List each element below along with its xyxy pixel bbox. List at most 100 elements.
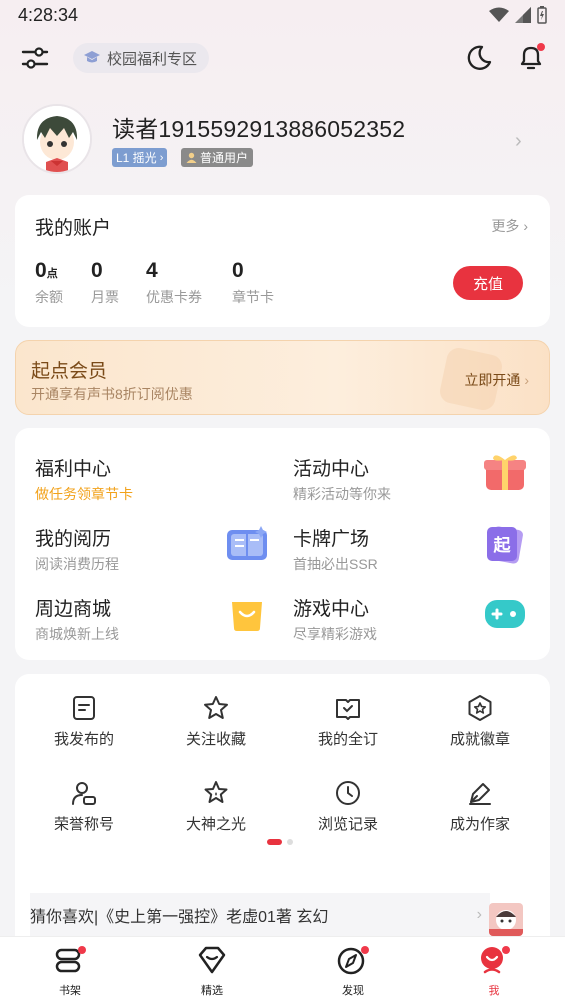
- chevron-right-icon: ›: [524, 372, 529, 388]
- stat-monthly-ticket[interactable]: 0 月票: [91, 259, 119, 307]
- signal-icon: [515, 7, 531, 23]
- shopping-bag-icon: [232, 602, 262, 631]
- bookshelf-icon: [55, 946, 86, 973]
- stat-label: 优惠卡券: [146, 289, 202, 305]
- svg-text:起: 起: [493, 535, 512, 556]
- guess-text: 猜你喜欢|《史上第一强控》老虚01著 玄幻: [30, 909, 329, 926]
- username: 读者1915592913886052352: [112, 116, 406, 142]
- bottom-nav: 书架 精选 发现 我: [0, 936, 565, 1004]
- tool-label: 成为作家: [449, 816, 510, 833]
- notification-bell-icon[interactable]: [516, 42, 546, 72]
- page-dot-active: [267, 839, 282, 845]
- chevron-right-icon: ›: [476, 906, 482, 923]
- document-icon: [73, 696, 95, 720]
- nav-featured[interactable]: 精选: [172, 945, 252, 998]
- my-full-subscriptions-button[interactable]: 我的全订: [283, 694, 413, 749]
- vip-subtitle: 开通享有声书8折订阅优惠: [31, 386, 193, 402]
- nav-bookshelf[interactable]: 书架: [30, 945, 110, 998]
- notification-dot: [537, 43, 545, 51]
- battery-icon: [537, 6, 547, 24]
- diamond-icon: [198, 946, 226, 974]
- nav-discover[interactable]: 发现: [313, 945, 393, 998]
- nav-me[interactable]: 我: [454, 945, 534, 998]
- graduation-cap-icon: [84, 51, 100, 63]
- nav-label: 书架: [59, 985, 81, 997]
- stat-balance[interactable]: 0点 余额: [35, 259, 63, 307]
- chevron-right-icon: ›: [523, 218, 528, 234]
- status-icons: [489, 6, 547, 24]
- nav-label: 我: [488, 985, 500, 997]
- wifi-icon: [489, 7, 509, 22]
- night-mode-icon[interactable]: [465, 44, 493, 72]
- gift-box-icon: [484, 455, 526, 490]
- stat-value: 0: [91, 259, 103, 282]
- stat-value: 0: [35, 259, 47, 282]
- user-type-label: 普通用户: [200, 151, 249, 165]
- pen-icon: [469, 783, 491, 805]
- level-badge-label: L1 摇光: [116, 151, 157, 165]
- book-history-icon: [227, 526, 267, 560]
- my-posts-button[interactable]: 我发布的: [19, 694, 149, 749]
- settings-sliders-icon[interactable]: [20, 44, 50, 72]
- account-more-link[interactable]: 更多 ›: [491, 216, 528, 236]
- tools-card: 我发布的 关注收藏 我的全订 成就徽章 荣誉称号 大神之光 浏览记录 成为作家 …: [15, 674, 550, 937]
- stat-value: 4: [146, 259, 158, 282]
- stat-coupons[interactable]: 4 优惠卡券: [146, 259, 202, 307]
- guess-you-like-banner[interactable]: 猜你喜欢|《史上第一强控》老虚01著 玄幻 ›: [30, 893, 490, 937]
- vip-open-button[interactable]: 立即开通 ›: [464, 370, 529, 390]
- tool-label: 关注收藏: [185, 731, 246, 748]
- book-check-icon: [336, 699, 360, 720]
- nav-label: 精选: [201, 985, 223, 997]
- nav-label: 发现: [342, 985, 364, 997]
- service-title: 福利中心: [35, 459, 112, 480]
- stat-label: 月票: [91, 289, 119, 305]
- chevron-right-icon: ›: [159, 151, 164, 164]
- stat-label: 余额: [35, 289, 63, 305]
- me-icon: [481, 946, 510, 974]
- achievement-badges-button[interactable]: 成就徽章: [415, 694, 545, 749]
- status-time: 4:28:34: [18, 5, 79, 25]
- profile-chevron-icon[interactable]: ›: [515, 130, 522, 153]
- tool-label: 大神之光: [185, 816, 246, 833]
- sparkle-star-icon: [204, 781, 228, 803]
- level-badge[interactable]: L1 摇光 ›: [112, 148, 168, 167]
- services-card: 福利中心 做任务领章节卡 活动中心 精彩活动等你来 我的阅历 阅读消费历程 卡牌…: [15, 428, 550, 660]
- stat-value: 0: [232, 259, 244, 282]
- account-title: 我的账户: [35, 218, 112, 239]
- campus-label: 校园福利专区: [107, 50, 198, 68]
- compass-icon: [337, 946, 369, 975]
- avatar[interactable]: [22, 104, 92, 174]
- vip-title: 起点会员: [31, 361, 108, 382]
- tool-label: 浏览记录: [317, 816, 378, 833]
- tool-label: 我发布的: [53, 731, 114, 748]
- browse-history-button[interactable]: 浏览记录: [283, 779, 413, 834]
- honor-titles-button[interactable]: 荣誉称号: [19, 779, 149, 834]
- become-writer-button[interactable]: 成为作家: [415, 779, 545, 834]
- card-icon: 起: [487, 526, 523, 564]
- tool-label: 荣誉称号: [53, 816, 114, 833]
- star-icon: [204, 696, 228, 719]
- stat-label: 章节卡: [232, 289, 274, 305]
- great-god-light-button[interactable]: 大神之光: [151, 779, 281, 834]
- welfare-center-item[interactable]: 福利中心 做任务领章节卡: [35, 454, 285, 514]
- tool-label: 我的全订: [317, 731, 378, 748]
- book-cover-thumbnail[interactable]: [489, 903, 523, 936]
- stat-chapter-cards[interactable]: 0 章节卡: [232, 259, 274, 307]
- stat-unit: 点: [46, 268, 58, 280]
- account-card: 我的账户 更多 › 0点 余额 0 月票 4 优惠卡券 0 章节卡 充值: [15, 195, 550, 327]
- recharge-button[interactable]: 充值: [453, 266, 523, 300]
- vip-banner[interactable]: 起点会员 开通享有声书8折订阅优惠 立即开通 ›: [15, 340, 550, 415]
- page-dot: [287, 839, 293, 845]
- user-type-badge[interactable]: 普通用户: [181, 148, 254, 167]
- person-icon: [72, 782, 96, 805]
- campus-welfare-button[interactable]: 校园福利专区: [73, 43, 210, 73]
- gamepad-icon: [485, 600, 525, 628]
- vip-open-label: 立即开通: [464, 372, 521, 388]
- follow-favorites-button[interactable]: 关注收藏: [151, 694, 281, 749]
- clock-icon: [336, 781, 360, 805]
- service-subtitle: 做任务领章节卡: [35, 486, 133, 502]
- page-indicator: [267, 839, 293, 845]
- account-more-label: 更多: [491, 218, 520, 234]
- user-icon: [186, 152, 197, 163]
- badge-icon: [468, 695, 492, 721]
